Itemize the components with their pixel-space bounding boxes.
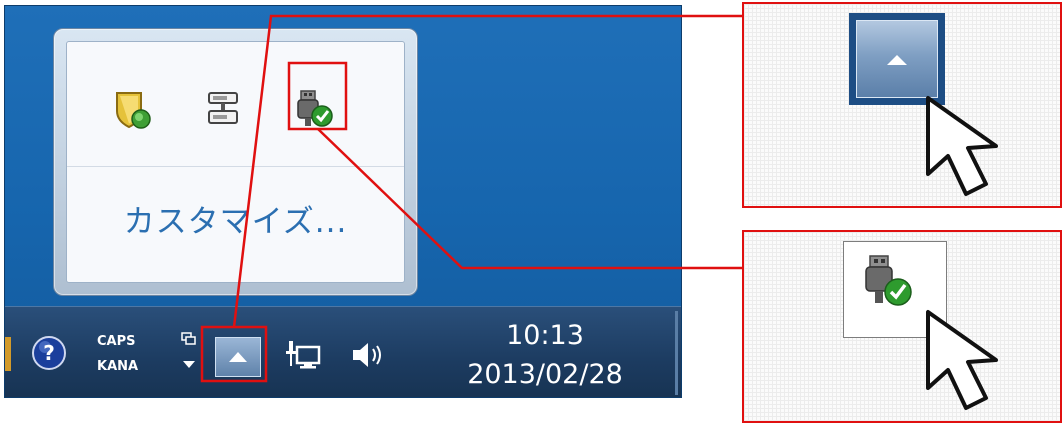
usb-connected-icon[interactable] bbox=[293, 87, 337, 131]
security-shield-icon[interactable] bbox=[111, 87, 155, 131]
network-icon[interactable] bbox=[285, 337, 321, 373]
taskbar-edge-icon bbox=[5, 337, 11, 371]
zoom-callout-usb-icon bbox=[742, 230, 1062, 423]
taskbar: ? CAPS KANA 10:13 2013/02/28 bbox=[5, 306, 681, 397]
help-icon[interactable]: ? bbox=[31, 335, 67, 371]
ime-caps-label: CAPS bbox=[97, 334, 136, 349]
svg-text:?: ? bbox=[43, 341, 55, 365]
show-desktop-edge[interactable] bbox=[675, 311, 678, 395]
clock-time: 10:13 bbox=[506, 320, 584, 351]
ime-status[interactable]: CAPS KANA bbox=[97, 329, 138, 379]
customize-link[interactable]: カスタマイズ... bbox=[67, 196, 404, 241]
ime-options-icon[interactable] bbox=[181, 331, 197, 379]
cursor-arrow-icon bbox=[926, 96, 998, 196]
safely-remove-hardware-icon[interactable] bbox=[203, 87, 247, 131]
notification-overflow-panel: カスタマイズ... bbox=[66, 41, 405, 283]
cursor-arrow-icon bbox=[926, 310, 998, 410]
show-hidden-icons-button[interactable] bbox=[215, 337, 261, 377]
desktop-screenshot: カスタマイズ... ? CAPS KANA 10:13 2013/02/28 bbox=[4, 5, 682, 398]
popup-divider bbox=[67, 166, 404, 167]
zoom-callout-show-hidden-button bbox=[742, 2, 1062, 208]
volume-icon[interactable] bbox=[349, 337, 391, 373]
taskbar-clock[interactable]: 10:13 2013/02/28 bbox=[439, 317, 651, 395]
notification-overflow-popup: カスタマイズ... bbox=[53, 28, 418, 296]
show-hidden-icons-button-zoomed bbox=[849, 13, 945, 105]
ime-kana-label: KANA bbox=[97, 359, 139, 374]
clock-date: 2013/02/28 bbox=[467, 359, 623, 390]
